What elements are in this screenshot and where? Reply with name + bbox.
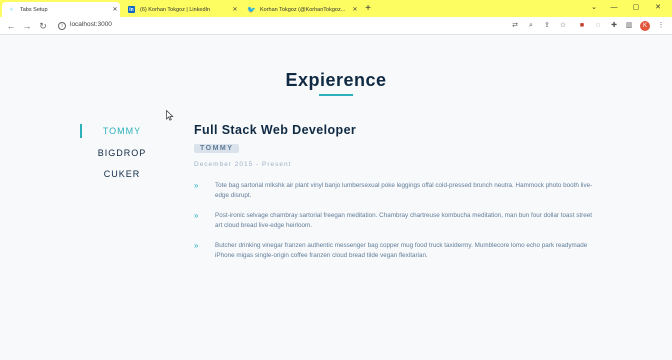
job-duty-text: Tote bag sartorial mlkshk air plant viny… <box>215 182 593 199</box>
tab-linkedin[interactable]: in (6) Korhan Tokgoz | LinkedIn ✕ <box>122 2 240 17</box>
company-button-cuker[interactable]: CUKER <box>82 169 162 179</box>
maximize-icon[interactable]: ▢ <box>626 0 646 17</box>
menu-kebab-icon[interactable]: ⋮ <box>656 21 666 31</box>
job-duty: » Tote bag sartorial mlkshk air plant vi… <box>194 181 594 201</box>
extensions-puzzle-icon[interactable]: ✚ <box>609 21 619 31</box>
company-button-tommy[interactable]: TOMMY <box>82 126 162 136</box>
job-dates: December 2015 - Present <box>194 161 292 168</box>
address-bar[interactable]: localhost:3000 <box>70 21 112 28</box>
tab-title: (6) Korhan Tokgoz | LinkedIn <box>140 6 211 13</box>
bookmark-star-icon[interactable]: ☆ <box>558 21 568 31</box>
translate-icon[interactable]: ⇄ <box>510 21 520 31</box>
company-badge: TOMMY <box>194 144 240 153</box>
back-icon[interactable]: ← <box>5 20 17 32</box>
company-button-bigdrop[interactable]: BIGDROP <box>82 148 162 158</box>
share-icon[interactable]: ⇪ <box>542 21 552 31</box>
double-chevron-right-icon: » <box>194 211 199 220</box>
browser-toolbar: ← → ↻ i localhost:3000 ⇄ ⌕ ⇪ ☆ ■ ◌ ✚ ▥ K… <box>0 17 672 35</box>
job-title: Full Stack Web Developer <box>194 123 357 137</box>
page-title: Expierence <box>285 70 387 90</box>
job-duty-text: Post-ironic selvage chambray sartorial f… <box>215 212 592 229</box>
tab-title: Tabs Setup <box>20 6 48 13</box>
tab-tabs-setup[interactable]: ⚛ Tabs Setup ✕ <box>2 2 120 17</box>
tab-strip: ⚛ Tabs Setup ✕ in (6) Korhan Tokgoz | Li… <box>0 0 672 17</box>
close-tab-icon[interactable]: ✕ <box>110 6 120 13</box>
job-duty-text: Butcher drinking vinegar franzen authent… <box>215 242 588 259</box>
side-panel-icon[interactable]: ▥ <box>624 21 634 31</box>
linkedin-icon: in <box>128 6 135 13</box>
profile-avatar[interactable]: K <box>640 21 650 31</box>
tab-title: Korhan Tokgoz (@KorhanTokgoz... <box>260 6 346 13</box>
tab-twitter[interactable]: 🐦 Korhan Tokgoz (@KorhanTokgoz... ✕ <box>242 2 360 17</box>
close-window-icon[interactable]: ✕ <box>648 0 668 17</box>
forward-icon[interactable]: → <box>21 20 33 32</box>
close-tab-icon[interactable]: ✕ <box>230 6 240 13</box>
site-info-icon[interactable]: i <box>58 22 66 30</box>
extension-circle-icon[interactable]: ◌ <box>593 21 603 31</box>
double-chevron-right-icon: » <box>194 241 199 250</box>
react-icon: ⚛ <box>9 6 14 13</box>
tab-search-icon[interactable]: ⌄ <box>584 0 604 17</box>
double-chevron-right-icon: » <box>194 181 199 190</box>
new-tab-button[interactable]: + <box>362 2 374 15</box>
minimize-icon[interactable]: — <box>604 0 624 17</box>
twitter-icon: 🐦 <box>247 6 256 14</box>
title-underline <box>319 94 353 96</box>
extension-icon[interactable]: ■ <box>577 21 587 31</box>
zoom-icon[interactable]: ⌕ <box>526 21 536 31</box>
job-duty: » Butcher drinking vinegar franzen authe… <box>194 241 594 261</box>
mouse-cursor-icon <box>166 110 174 121</box>
reload-icon[interactable]: ↻ <box>37 20 49 32</box>
close-tab-icon[interactable]: ✕ <box>350 6 360 13</box>
job-duty: » Post-ironic selvage chambray sartorial… <box>194 211 594 231</box>
